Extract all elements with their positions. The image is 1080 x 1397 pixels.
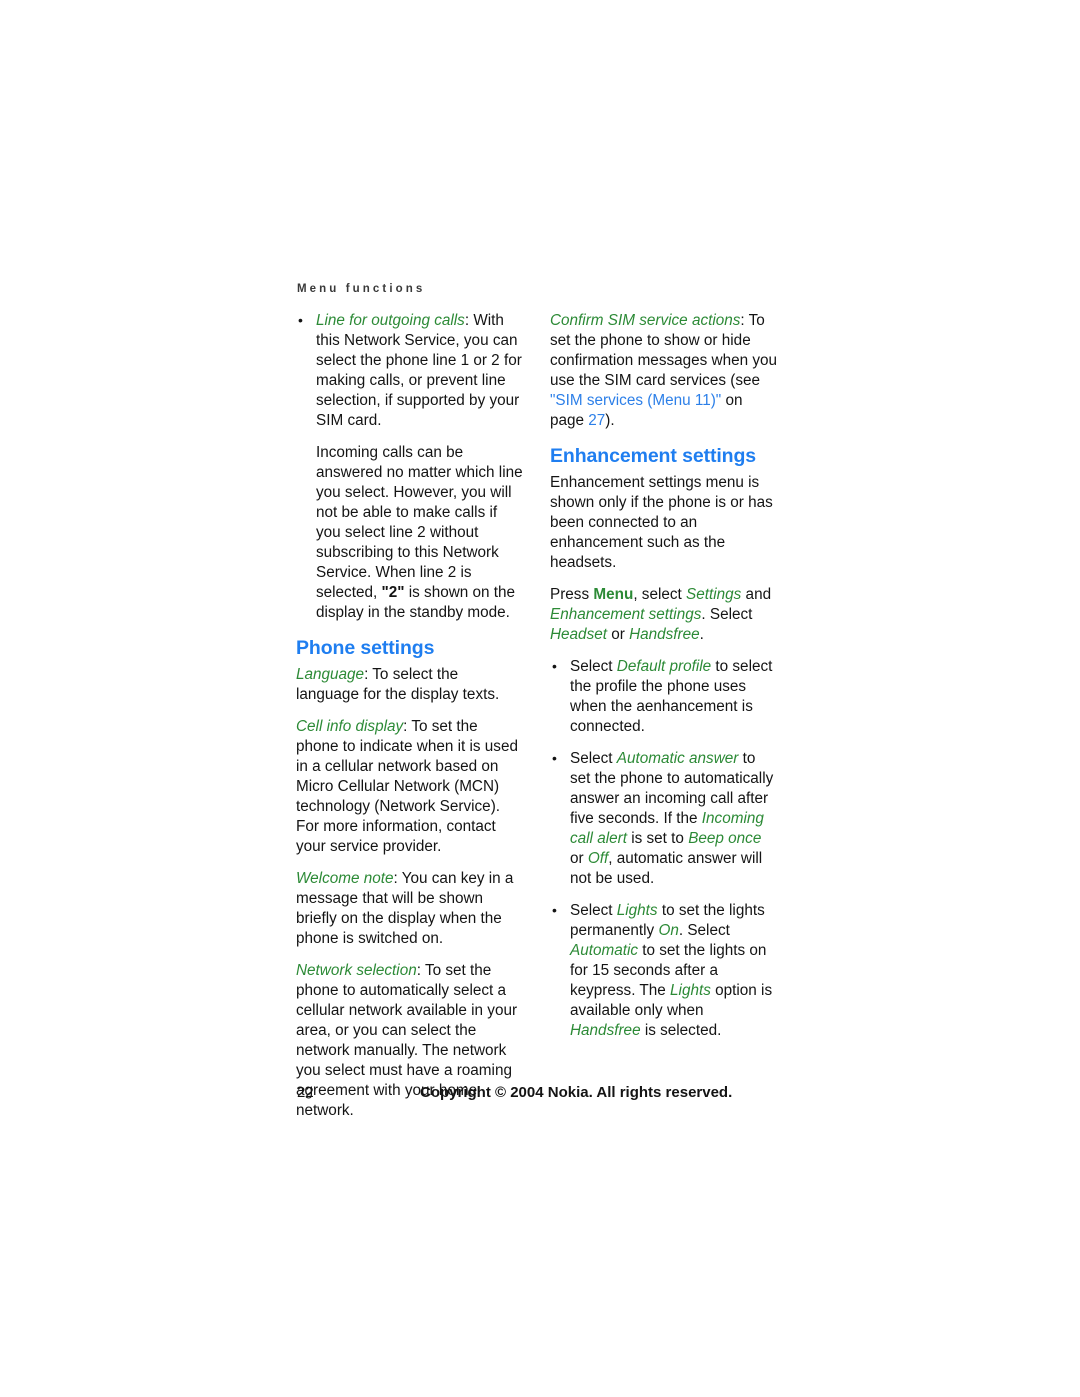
cross-reference-link-sim-services[interactable]: "SIM services (Menu 11)": [550, 392, 721, 409]
paragraph-incoming-calls: Incoming calls can be answered no matter…: [296, 443, 524, 623]
text-confirm-sim-after: ).: [605, 412, 615, 429]
term-network-selection: Network selection: [296, 962, 417, 979]
term-on: On: [658, 922, 679, 939]
term-welcome-note: Welcome note: [296, 870, 394, 887]
text-cell-info-display: : To set the phone to indicate when it i…: [296, 718, 518, 855]
text-line-for-outgoing-calls: : With this Network Service, you can sel…: [316, 312, 522, 429]
term-beep-once: Beep once: [688, 830, 762, 847]
term-line-for-outgoing-calls: Line for outgoing calls: [316, 312, 465, 329]
term-lights: Lights: [616, 902, 658, 919]
press-menu-text6: .: [699, 626, 704, 643]
automatic-answer-text1: Select: [570, 750, 617, 767]
paragraph-welcome-note: Welcome note: You can key in a message t…: [296, 869, 524, 949]
term-default-profile: Default profile: [616, 658, 712, 675]
term-handsfree: Handsfree: [629, 626, 700, 643]
term-automatic: Automatic: [570, 942, 639, 959]
incoming-calls-part1: Incoming calls can be answered no matter…: [316, 444, 523, 601]
automatic-answer-text4: or: [570, 850, 588, 867]
paragraph-press-menu: Press Menu, select Settings and Enhancem…: [550, 585, 778, 645]
automatic-answer-text3: is set to: [626, 830, 689, 847]
manual-page: Menu functions Line for outgoing calls: …: [0, 0, 1080, 1397]
paragraph-language: Language: To select the language for the…: [296, 665, 524, 705]
press-menu-text3: and: [741, 586, 772, 603]
heading-phone-settings: Phone settings: [296, 637, 435, 659]
bullet-automatic-answer: Select Automatic answer to set the phone…: [550, 748, 778, 889]
press-menu-text5: or: [606, 626, 630, 643]
term-off: Off: [587, 850, 609, 867]
lights-text1: Select: [570, 902, 617, 919]
bullet-line-for-outgoing-calls: Line for outgoing calls: With this Netwo…: [296, 310, 524, 431]
left-column: Line for outgoing calls: With this Netwo…: [296, 310, 524, 1133]
cross-reference-link-page-27[interactable]: 27: [588, 412, 605, 429]
term-enhancement-settings: Enhancement settings: [550, 606, 702, 623]
bullet-default-profile: Select Default profile to select the pro…: [550, 656, 778, 737]
press-menu-text4: . Select: [701, 606, 753, 623]
press-menu-text1: Press: [550, 586, 594, 603]
term-handsfree-second: Handsfree: [570, 1022, 641, 1039]
paragraph-confirm-sim-service-actions: Confirm SIM service actions: To set the …: [550, 311, 778, 431]
term-headset: Headset: [550, 626, 607, 643]
term-confirm-sim-service-actions: Confirm SIM service actions: [550, 312, 741, 329]
right-column: Confirm SIM service actions: To set the …: [550, 311, 778, 1053]
footer-page-number: 22: [297, 1084, 314, 1101]
lights-text3: . Select: [678, 922, 730, 939]
term-automatic-answer: Automatic answer: [616, 750, 739, 767]
paragraph-cell-info-display: Cell info display: To set the phone to i…: [296, 717, 524, 857]
heading-enhancement-settings: Enhancement settings: [550, 445, 757, 467]
paragraph-enhancement-intro: Enhancement settings menu is shown only …: [550, 474, 773, 571]
term-language: Language: [296, 666, 365, 683]
term-cell-info-display: Cell info display: [296, 718, 404, 735]
default-profile-text1: Select: [570, 658, 617, 675]
press-menu-text2: , select: [633, 586, 687, 603]
term-lights-second: Lights: [670, 982, 711, 999]
term-settings: Settings: [686, 586, 742, 603]
incoming-calls-quoted-two: "2": [381, 584, 405, 601]
footer-copyright: Copyright © 2004 Nokia. All rights reser…: [420, 1084, 733, 1101]
lights-text6: is selected.: [640, 1022, 722, 1039]
running-header: Menu functions: [297, 283, 426, 295]
bullet-lights: Select Lights to set the lights permanen…: [550, 900, 778, 1041]
softkey-label-menu: Menu: [593, 586, 634, 603]
